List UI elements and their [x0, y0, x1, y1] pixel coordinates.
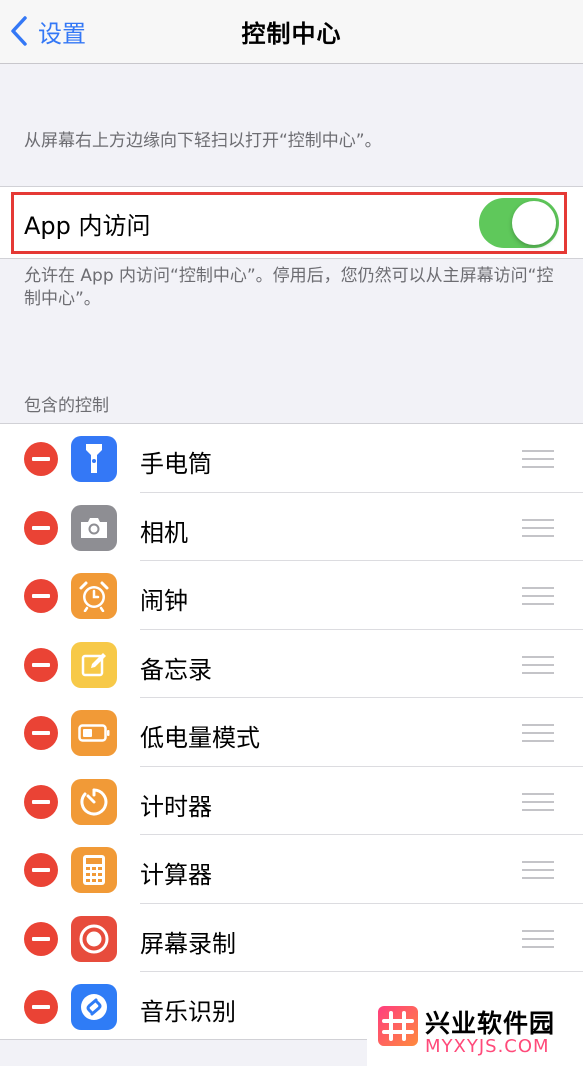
- reorder-handle[interactable]: [522, 929, 554, 948]
- list-item: 低电量模式: [0, 698, 583, 767]
- reorder-handle[interactable]: [522, 450, 554, 468]
- section-header-included: 包含的控制: [24, 396, 109, 416]
- access-within-apps-label: App 内访问: [24, 212, 151, 240]
- shazam-icon: [71, 984, 117, 1030]
- list-item-label: 低电量模式: [140, 724, 260, 752]
- reorder-handle[interactable]: [522, 724, 554, 742]
- included-controls-list: 手电筒 相机 闹钟 备忘录 低电量模式 计时器 计算器 屏幕录制 音乐识别: [0, 423, 583, 1040]
- list-item: 相机: [0, 493, 583, 561]
- remove-button[interactable]: [24, 647, 58, 682]
- reorder-handle[interactable]: [522, 655, 554, 674]
- intro-text: 从屏幕右上方边缘向下轻扫以打开“控制中心”。: [24, 131, 382, 151]
- list-item-label: 计算器: [140, 861, 212, 889]
- reorder-handle[interactable]: [522, 792, 554, 811]
- toggle-knob: [512, 201, 556, 245]
- access-within-apps-row: App 内访问: [0, 186, 583, 259]
- remove-button[interactable]: [24, 990, 58, 1024]
- list-item: 闹钟: [0, 561, 583, 630]
- list-item: 备忘录: [0, 630, 583, 698]
- list-item-label: 闹钟: [140, 587, 188, 615]
- alarm-clock-icon: [71, 573, 117, 619]
- calculator-icon: [71, 847, 117, 893]
- watermark-logo-icon: [378, 1006, 418, 1046]
- screen-record-icon: [71, 915, 117, 962]
- watermark-url: MYXYJS.COM: [425, 1036, 550, 1057]
- list-item-label: 相机: [140, 518, 188, 547]
- remove-button[interactable]: [24, 784, 58, 819]
- remove-button[interactable]: [24, 716, 58, 750]
- remove-button[interactable]: [24, 853, 58, 887]
- reorder-handle[interactable]: [522, 518, 554, 537]
- reorder-handle[interactable]: [522, 587, 554, 605]
- list-item-label: 音乐识别: [140, 998, 236, 1026]
- list-item: 计时器: [0, 767, 583, 835]
- remove-button[interactable]: [24, 442, 58, 476]
- timer-icon: [71, 778, 117, 825]
- watermark-name: 兴业软件园: [425, 1009, 556, 1038]
- flashlight-icon: [71, 436, 117, 482]
- navigation-bar: 设置 控制中心: [0, 0, 583, 64]
- camera-icon: [71, 504, 117, 551]
- access-footnote: 允许在 App 内访问“控制中心”。停用后，您仍然可以从主屏幕访问“控制中心”。: [24, 266, 554, 309]
- list-item: 计算器: [0, 835, 583, 904]
- low-power-icon: [71, 710, 117, 756]
- list-item-label: 屏幕录制: [140, 929, 236, 958]
- list-item-label: 备忘录: [140, 655, 212, 684]
- remove-button[interactable]: [24, 579, 58, 613]
- reorder-handle[interactable]: [522, 861, 554, 879]
- page-title: 控制中心: [241, 20, 342, 48]
- notes-icon: [71, 641, 117, 688]
- list-item-label: 计时器: [140, 792, 212, 821]
- list-item: 手电筒: [0, 424, 583, 493]
- remove-button[interactable]: [24, 510, 58, 545]
- list-item-label: 手电筒: [140, 450, 212, 478]
- watermark: 兴业软件园 MYXYJS.COM: [367, 994, 583, 1066]
- access-within-apps-toggle[interactable]: [479, 198, 559, 248]
- list-item: 屏幕录制: [0, 904, 583, 972]
- remove-button[interactable]: [24, 921, 58, 956]
